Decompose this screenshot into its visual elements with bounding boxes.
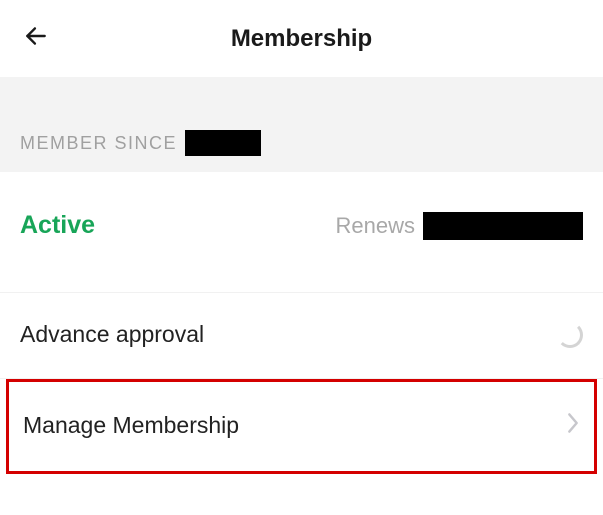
member-since-section: MEMBER SINCE — [0, 78, 603, 172]
chevron-right-icon — [566, 412, 580, 439]
status-badge: Active — [20, 211, 95, 240]
member-since-label: MEMBER SINCE — [20, 133, 177, 154]
back-arrow-icon — [23, 23, 49, 54]
manage-membership-label: Manage Membership — [23, 412, 239, 439]
page-title: Membership — [0, 25, 603, 53]
member-since-date-redacted — [185, 130, 261, 156]
status-row: Active Renews — [0, 172, 603, 293]
renews-date-redacted — [423, 212, 583, 240]
manage-membership-row[interactable]: Manage Membership — [6, 379, 597, 474]
back-button[interactable] — [18, 21, 54, 57]
renews-info: Renews — [336, 212, 583, 240]
advance-approval-label: Advance approval — [20, 321, 204, 348]
advance-approval-row[interactable]: Advance approval — [0, 293, 603, 379]
header: Membership — [0, 0, 603, 78]
renews-label: Renews — [336, 213, 415, 239]
loading-spinner-icon — [557, 322, 583, 348]
